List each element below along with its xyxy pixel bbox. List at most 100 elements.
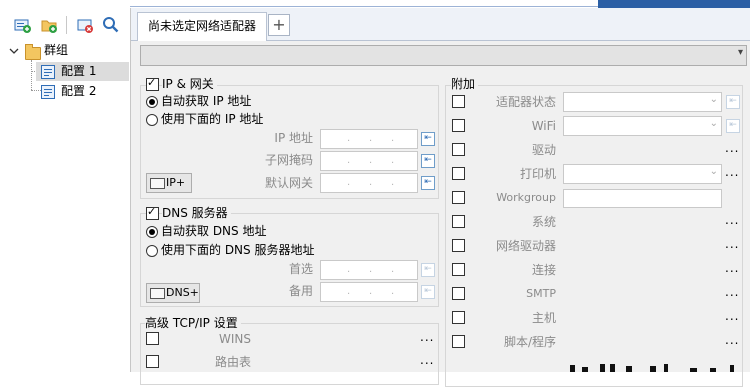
printer-label: 打印机 [519, 167, 556, 181]
auto-dns-label: 自动获取 DNS 地址 [161, 224, 267, 238]
adapter-status-action-icon[interactable]: ⇤ [726, 95, 740, 109]
window-top-strip [0, 0, 750, 8]
alternate-dns-field[interactable]: ... [320, 282, 418, 302]
smtp-more-button[interactable]: ... [725, 285, 739, 299]
smtp-label: SMTP [526, 287, 556, 300]
route-table-label: 路由表 [214, 355, 251, 369]
wifi-checkbox[interactable] [452, 119, 465, 132]
ip-gateway-checkbox[interactable] [146, 76, 159, 91]
search-icon[interactable] [101, 15, 121, 35]
manual-ip-label: 使用下面的 IP 地址 [161, 112, 264, 126]
chevron-down-icon: ⌄ [709, 166, 718, 177]
manual-dns-radio[interactable] [146, 245, 158, 257]
manual-dns-label: 使用下面的 DNS 服务器地址 [161, 243, 315, 257]
toolbar-separator [66, 16, 67, 34]
auto-ip-label: 自动获取 IP 地址 [161, 94, 252, 108]
config-icon [41, 65, 55, 79]
advanced-tcpip-title: 高级 TCP/IP 设置 [145, 316, 241, 330]
printer-checkbox[interactable] [452, 167, 465, 180]
route-table-checkbox[interactable] [146, 355, 159, 368]
ip-address-field[interactable]: ... [320, 129, 418, 149]
adapter-status-checkbox[interactable] [452, 95, 465, 108]
network-drive-label: 网络驱动器 [495, 239, 556, 253]
driver-checkbox[interactable] [452, 143, 465, 156]
ip-list-icon [150, 178, 165, 189]
subnet-mask-label: 子网掩码 [264, 153, 313, 167]
chevron-down-icon: ⌄ [709, 118, 718, 129]
preferred-dns-action-icon[interactable]: ⇤ [421, 263, 435, 277]
collapse-chevron-icon[interactable] [8, 45, 20, 57]
tree-item-label: 配置 1 [61, 64, 97, 78]
alternate-dns-label: 备用 [288, 284, 313, 298]
subnet-mask-field[interactable]: ... [320, 151, 418, 171]
chevron-down-icon: ⌄ [709, 94, 718, 105]
tree-item-label: 配置 2 [61, 84, 97, 98]
group-folder-icon [25, 44, 41, 60]
printer-more-button[interactable]: ... [725, 165, 739, 179]
chevron-down-icon: ▾ [737, 47, 743, 58]
tree-root-label[interactable]: 群组 [44, 41, 68, 60]
wins-label: WINS [219, 332, 251, 346]
script-more-button[interactable]: ... [725, 333, 739, 347]
network-drive-checkbox[interactable] [452, 239, 465, 252]
driver-more-button[interactable]: ... [725, 141, 739, 155]
adapter-select[interactable]: ▾ [140, 45, 747, 66]
subnet-mask-action-icon[interactable]: ⇤ [421, 154, 435, 168]
tab-adapter[interactable]: 尚未选定网络适配器 [137, 12, 267, 41]
smtp-checkbox[interactable] [452, 287, 465, 300]
adapter-status-label: 适配器状态 [495, 95, 556, 109]
connection-more-button[interactable]: ... [725, 261, 739, 275]
workgroup-input[interactable] [563, 189, 722, 208]
delete-icon[interactable] [75, 15, 95, 35]
tree-item-config-2[interactable]: 配置 2 [36, 82, 129, 101]
ip-address-action-icon[interactable]: ⇤ [421, 132, 435, 146]
wifi-label: WiFi [531, 119, 556, 133]
auto-dns-radio[interactable] [146, 226, 158, 238]
route-table-more-button[interactable]: ... [420, 353, 434, 367]
default-gateway-action-icon[interactable]: ⇤ [421, 176, 435, 190]
connection-checkbox[interactable] [452, 263, 465, 276]
dns-plus-button[interactable]: DNS+ [146, 283, 200, 303]
wins-checkbox[interactable] [146, 332, 159, 345]
dns-checkbox[interactable] [146, 205, 159, 220]
dns-label: DNS 服务器 [162, 206, 231, 220]
default-gateway-field[interactable]: ... [320, 173, 418, 193]
add-tab-button[interactable]: + [268, 14, 290, 36]
ip-gateway-label: IP & 网关 [162, 77, 217, 91]
alternate-dns-action-icon[interactable]: ⇤ [421, 285, 435, 299]
connection-label: 连接 [531, 263, 556, 277]
script-checkbox[interactable] [452, 335, 465, 348]
auto-ip-radio[interactable] [146, 96, 158, 108]
extra-title: 附加 [451, 77, 479, 91]
dns-list-icon [150, 288, 165, 299]
workgroup-label: Workgroup [496, 191, 556, 204]
add-network-icon[interactable] [12, 15, 32, 35]
preferred-dns-label: 首选 [288, 262, 313, 276]
system-checkbox[interactable] [452, 215, 465, 228]
ip-plus-button[interactable]: IP+ [146, 173, 192, 193]
bottom-overlap-text [560, 362, 750, 372]
printer-dropdown[interactable]: ⌄ [563, 164, 722, 184]
host-label: 主机 [531, 311, 556, 325]
wifi-dropdown[interactable]: ⌄ [563, 116, 722, 136]
wifi-action-icon[interactable]: ⇤ [726, 119, 740, 133]
host-checkbox[interactable] [452, 311, 465, 324]
title-bar-accent [598, 0, 750, 8]
manual-ip-radio[interactable] [146, 114, 158, 126]
preferred-dns-field[interactable]: ... [320, 260, 418, 280]
default-gateway-label: 默认网关 [264, 176, 313, 190]
config-icon [41, 85, 55, 99]
wins-more-button[interactable]: ... [420, 330, 434, 344]
add-folder-icon[interactable] [39, 15, 59, 35]
driver-label: 驱动 [531, 143, 556, 157]
tree-item-config-1[interactable]: 配置 1 [36, 62, 129, 81]
system-more-button[interactable]: ... [725, 213, 739, 227]
host-more-button[interactable]: ... [725, 309, 739, 323]
workgroup-checkbox[interactable] [452, 191, 465, 204]
profile-tree-panel: 群组 配置 1 配置 2 [0, 8, 131, 372]
tree-connector [31, 60, 32, 90]
ip-address-label: IP 地址 [274, 131, 313, 145]
adapter-status-dropdown[interactable]: ⌄ [563, 92, 722, 112]
network-drive-more-button[interactable]: ... [725, 237, 739, 251]
script-label: 脚本/程序 [503, 335, 556, 349]
